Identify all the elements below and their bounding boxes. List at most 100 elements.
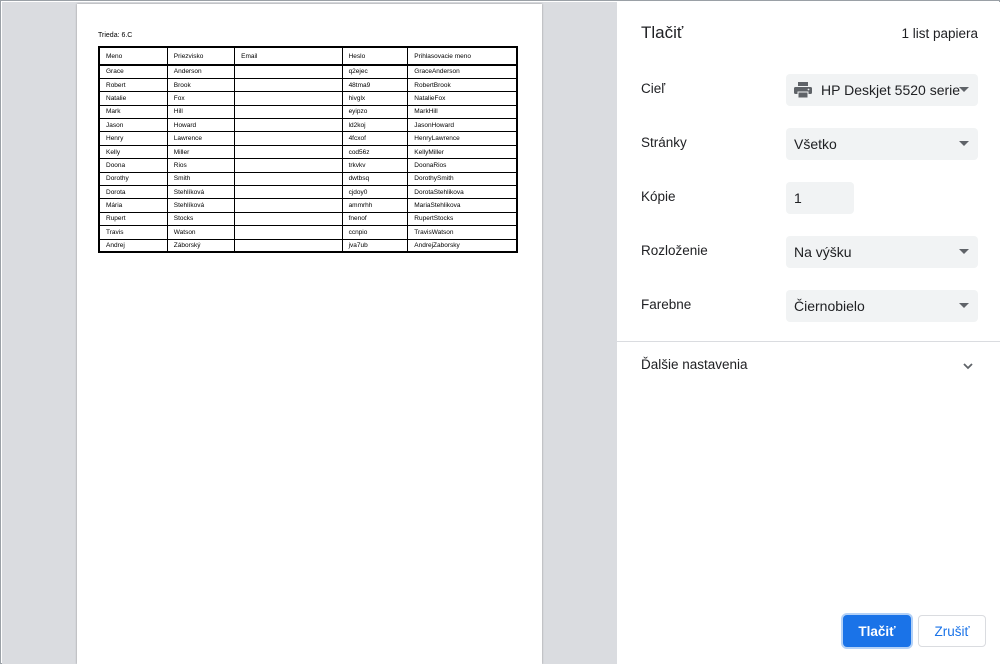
table-cell: Jason	[98, 118, 168, 133]
table-cell: Dorota	[98, 185, 168, 200]
chevron-down-icon[interactable]	[962, 359, 974, 371]
copies-value: 1	[794, 190, 802, 206]
table-cell	[234, 158, 343, 173]
section-divider	[617, 341, 1000, 342]
table-cell: 4fcxof	[341, 131, 409, 146]
table-cell: TravisWatson	[407, 225, 518, 240]
table-cell: ccnpio	[341, 225, 409, 240]
table-cell: Miller	[166, 144, 236, 160]
print-button[interactable]: Tlačiť	[843, 615, 911, 647]
table-row: Andrej Záborský jva7ub AndrejZaborsky	[98, 238, 518, 253]
table-cell: MariaStehlikova	[407, 198, 518, 213]
pages-select[interactable]: Všetko	[786, 128, 978, 160]
table-row: Travis Watson ccnpio TravisWatson	[98, 225, 518, 240]
table-cell	[234, 238, 343, 253]
table-cell: Stehlíková	[166, 185, 236, 200]
table-cell: Fox	[166, 91, 236, 106]
table-cell: dwtbsq	[341, 171, 409, 187]
table-cell: DoonaRios	[407, 158, 518, 173]
layout-label: Rozloženie	[641, 243, 708, 258]
table-row: Natalie Fox hivglx NatalieFox	[98, 91, 518, 106]
column-header: Email	[234, 46, 343, 66]
table-row: Grace Anderson q2ejec GraceAnderson	[98, 64, 518, 79]
color-select[interactable]: Čiernobielo	[786, 290, 978, 322]
table-cell: Mark	[98, 104, 168, 120]
table-cell: Watson	[166, 225, 236, 240]
layout-select[interactable]: Na výšku	[786, 236, 978, 268]
table-cell: cjdoy0	[341, 185, 409, 200]
table-row: Mária Stehlíková ammrhh MariaStehlikova	[98, 198, 518, 213]
table-row: Robert Brook 48tma9 RobertBrook	[98, 77, 518, 93]
table-body: Grace Anderson q2ejec GraceAnderson Robert Br…	[98, 64, 518, 253]
layout-value: Na výšku	[794, 244, 852, 260]
table-cell	[234, 185, 343, 200]
table-row: Kelly Miller cod56z KellyMiller	[98, 144, 518, 160]
pages-value: Všetko	[794, 136, 837, 152]
table-row: Rupert Stocks fnenof RupertStocks	[98, 211, 518, 227]
dropdown-arrow-icon	[959, 303, 969, 308]
table-row: Doona Rios trkvkv DoonaRios	[98, 158, 518, 173]
table-row: Henry Lawrence 4fcxof HenryLawrence	[98, 131, 518, 146]
more-settings-toggle[interactable]: Ďalšie nastavenia	[641, 357, 748, 372]
table-cell	[234, 118, 343, 133]
dropdown-arrow-icon	[959, 87, 969, 92]
printer-icon	[794, 82, 812, 99]
print-settings-panel: Tlačiť 1 list papiera Cieľ HP Deskjet 55…	[617, 2, 1000, 664]
table-cell: eyipzo	[341, 104, 409, 120]
pages-label: Stránky	[641, 135, 687, 150]
table-cell: ld2koj	[341, 118, 409, 133]
table-cell: Rios	[166, 158, 236, 173]
preview-page: Trieda: 6.C Meno Priezvisko Email Heslo …	[77, 4, 542, 664]
table-cell: Kelly	[98, 144, 168, 160]
table-cell: HenryLawrence	[407, 131, 518, 146]
table-row: Jason Howard ld2koj JasonHoward	[98, 118, 518, 133]
table-cell: Mária	[98, 198, 168, 213]
table-cell: Andrej	[98, 238, 168, 253]
print-preview-area[interactable]: Trieda: 6.C Meno Priezvisko Email Heslo …	[2, 2, 617, 664]
table-cell: Travis	[98, 225, 168, 240]
table-cell: RupertStocks	[407, 211, 518, 227]
table-cell: Henry	[98, 131, 168, 146]
table-cell: Stehlíková	[166, 198, 236, 213]
table-cell	[234, 198, 343, 213]
table-cell: Stocks	[166, 211, 236, 227]
table-cell: trkvkv	[341, 158, 409, 173]
table-header-row: Meno Priezvisko Email Heslo Prihlasovaci…	[98, 46, 518, 66]
table-cell: Záborský	[166, 238, 236, 253]
color-label: Farebne	[641, 297, 692, 312]
table-cell	[234, 211, 343, 227]
column-header: Priezvisko	[166, 46, 236, 66]
destination-select[interactable]: HP Deskjet 5520 serie	[786, 74, 978, 106]
copies-label: Kópie	[641, 189, 676, 204]
table-cell	[234, 104, 343, 120]
table-cell: Smith	[166, 171, 236, 187]
copies-input[interactable]: 1	[786, 182, 854, 214]
table-cell: DorotaStehlikova	[407, 185, 518, 200]
table-row: Dorota Stehlíková cjdoy0 DorotaStehlikova	[98, 185, 518, 200]
page-header-text: Trieda: 6.C	[98, 32, 133, 39]
table-cell: JasonHoward	[407, 118, 518, 133]
table-cell: hivglx	[341, 91, 409, 106]
destination-label: Cieľ	[641, 81, 666, 96]
table-cell: KellyMiller	[407, 144, 518, 160]
table-cell: MarkHill	[407, 104, 518, 120]
table-cell	[234, 225, 343, 240]
cancel-button[interactable]: Zrušiť	[918, 615, 986, 647]
panel-title: Tlačiť	[641, 23, 684, 42]
print-dialog: Trieda: 6.C Meno Priezvisko Email Heslo …	[0, 0, 1000, 664]
table-cell: RobertBrook	[407, 77, 518, 93]
dropdown-arrow-icon	[959, 249, 969, 254]
color-value: Čiernobielo	[794, 298, 865, 314]
table-cell: jva7ub	[341, 238, 409, 253]
dropdown-arrow-icon	[959, 141, 969, 146]
table-cell	[234, 77, 343, 93]
page-content: Trieda: 6.C Meno Priezvisko Email Heslo …	[77, 4, 518, 264]
table-cell: Anderson	[166, 64, 236, 79]
table-cell: ammrhh	[341, 198, 409, 213]
table-cell: Doona	[98, 158, 168, 173]
table-cell: DorothySmith	[407, 171, 518, 187]
column-header: Heslo	[341, 46, 409, 66]
student-table: Meno Priezvisko Email Heslo Prihlasovaci…	[98, 46, 518, 254]
table-cell: Dorothy	[98, 171, 168, 187]
table-cell: Howard	[166, 118, 236, 133]
